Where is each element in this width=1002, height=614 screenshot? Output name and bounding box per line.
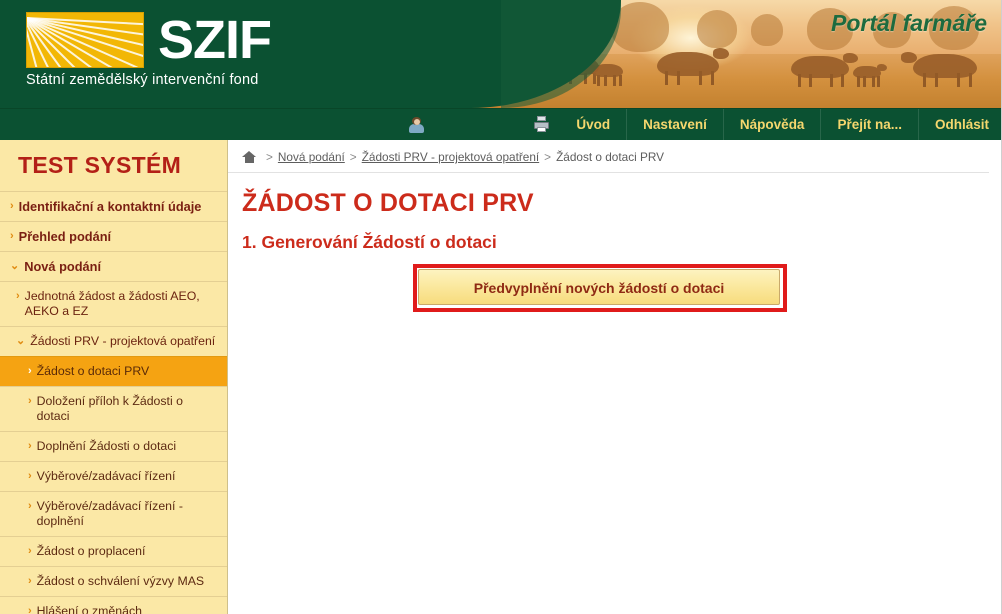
- sidebar-item-label: Žádosti PRV - projektová opatření: [30, 334, 216, 348]
- sidebar-item-label: Hlášení o změnách: [36, 604, 142, 614]
- sidebar-item-label: Žádost o dotaci PRV: [36, 364, 150, 378]
- predvyplneni-zadosti-button[interactable]: Předvyplnění nových žádostí o dotaci: [418, 269, 780, 305]
- portal-title: Portál farmáře: [831, 10, 987, 36]
- logo-wordmark: SZIF: [158, 10, 272, 70]
- chevron-down-icon: ⌄: [16, 335, 26, 347]
- breadcrumb-separator: >: [266, 150, 273, 164]
- sidebar-item-jednotna-zadost[interactable]: › Jednotná žádost a žádosti AEO, AEKO a …: [0, 281, 227, 326]
- banner-cow: [657, 48, 729, 85]
- sidebar-item-label: Žádost o schválení výzvy MAS: [36, 574, 205, 588]
- page-title: ŽÁDOST O DOTACI PRV: [242, 189, 534, 217]
- page-root: SZIF Státní zemědělský intervenční fond …: [0, 0, 1002, 614]
- breadcrumb-link-nova-podani[interactable]: Nová podání: [278, 150, 345, 164]
- sidebar-item-nova-podani[interactable]: ⌄ Nová podání: [0, 251, 227, 281]
- chevron-right-icon: ›: [28, 365, 32, 377]
- banner-cow: [791, 53, 858, 87]
- logo-subtitle: Státní zemědělský intervenční fond: [26, 72, 259, 88]
- sidebar-item-dolozeni-priloh[interactable]: › Doložení příloh k Žádosti o dotaci: [0, 386, 227, 431]
- breadcrumb-current: Žádost o dotaci PRV: [556, 150, 665, 164]
- printer-icon[interactable]: [533, 116, 550, 133]
- sidebar-item-label: Žádost o proplacení: [36, 544, 146, 558]
- nav-link-nastaveni[interactable]: Nastavení: [626, 108, 723, 141]
- action-button-zone: Předvyplnění nových žádostí o dotaci: [413, 264, 787, 312]
- nav-link-prejit-na[interactable]: Přejít na...: [820, 108, 918, 141]
- sidebar-item-zadosti-prv[interactable]: ⌄ Žádosti PRV - projektová opatření: [0, 326, 227, 356]
- nav-link-napoveda[interactable]: Nápověda: [722, 108, 821, 141]
- breadcrumb-separator: >: [544, 150, 552, 164]
- sidebar-item-zadost-o-dotaci-prv[interactable]: › Žádost o dotaci PRV: [0, 356, 227, 386]
- sidebar-item-schvaleni-vyzvy-mas[interactable]: › Žádost o schválení výzvy MAS: [0, 566, 227, 596]
- chevron-right-icon: ›: [28, 395, 32, 407]
- chevron-down-icon: ⌄: [10, 260, 20, 272]
- banner-tree: [751, 14, 783, 46]
- chevron-right-icon: ›: [28, 575, 32, 587]
- sidebar-item-hlaseni-o-zmenach[interactable]: › Hlášení o změnách: [0, 596, 227, 614]
- user-icon[interactable]: [408, 116, 425, 133]
- main-navbar: Úvod Nastavení Nápověda Přejít na... Odh…: [0, 108, 1001, 141]
- breadcrumb-separator: >: [349, 150, 357, 164]
- chevron-right-icon: ›: [28, 605, 32, 614]
- main-content: > Nová podání > Žádosti PRV - projektová…: [228, 140, 1001, 614]
- sidebar-item-label: Nová podání: [24, 259, 102, 274]
- sidebar-title: TEST SYSTÉM: [18, 152, 182, 178]
- chevron-right-icon: ›: [28, 545, 32, 557]
- sidebar: TEST SYSTÉM › Identifikační a kontaktní …: [0, 140, 228, 614]
- chevron-right-icon: ›: [28, 500, 32, 512]
- chevron-right-icon: ›: [28, 440, 32, 452]
- section-title: 1. Generování Žádostí o dotaci: [242, 232, 497, 252]
- banner-tree: [697, 10, 737, 48]
- sidebar-item-doplneni-zadosti[interactable]: › Doplnění Žádosti o dotaci: [0, 431, 227, 461]
- breadcrumb-link-zadosti-prv[interactable]: Žádosti PRV - projektová opatření: [362, 150, 539, 164]
- navbar-icon-group: [408, 116, 550, 133]
- chevron-right-icon: ›: [10, 200, 14, 212]
- chevron-right-icon: ›: [28, 470, 32, 482]
- sidebar-item-label: Přehled podání: [18, 229, 112, 244]
- body-wrapper: TEST SYSTÉM › Identifikační a kontaktní …: [0, 140, 1001, 614]
- navbar-links: Úvod Nastavení Nápověda Přejít na... Odh…: [560, 108, 1001, 141]
- home-icon[interactable]: [242, 151, 256, 163]
- banner-cow: [853, 64, 887, 87]
- nav-link-uvod[interactable]: Úvod: [560, 109, 626, 141]
- banner-cow: [901, 52, 977, 87]
- sidebar-item-label: Výběrové/zadávací řízení - doplnění: [36, 499, 183, 528]
- site-header: SZIF Státní zemědělský intervenční fond …: [0, 0, 1001, 108]
- nav-link-odhlasit[interactable]: Odhlásit: [917, 108, 1001, 141]
- sidebar-item-label: Doplnění Žádosti o dotaci: [36, 439, 177, 453]
- sidebar-item-label: Jednotná žádost a žádosti AEO, AEKO a EZ: [24, 289, 200, 318]
- breadcrumb: > Nová podání > Žádosti PRV - projektová…: [228, 140, 989, 173]
- sidebar-item-zadost-o-proplaceni[interactable]: › Žádost o proplacení: [0, 536, 227, 566]
- chevron-right-icon: ›: [16, 290, 20, 302]
- sidebar-item-label: Identifikační a kontaktní údaje: [18, 199, 202, 214]
- sidebar-item-prehled-podani[interactable]: › Přehled podání: [0, 221, 227, 251]
- sidebar-item-label: Výběrové/zadávací řízení: [36, 469, 176, 483]
- chevron-right-icon: ›: [10, 230, 14, 242]
- sidebar-item-vyberove-rizeni[interactable]: › Výběrové/zadávací řízení: [0, 461, 227, 491]
- szif-logo-icon: [26, 12, 144, 68]
- sidebar-item-vyberove-rizeni-doplneni[interactable]: › Výběrové/zadávací řízení - doplnění: [0, 491, 227, 536]
- sidebar-item-label: Doložení příloh k Žádosti o dotaci: [36, 394, 183, 423]
- brand-block: SZIF Státní zemědělský intervenční fond: [26, 10, 272, 88]
- sidebar-item-identifikacni-udaje[interactable]: › Identifikační a kontaktní údaje: [0, 191, 227, 221]
